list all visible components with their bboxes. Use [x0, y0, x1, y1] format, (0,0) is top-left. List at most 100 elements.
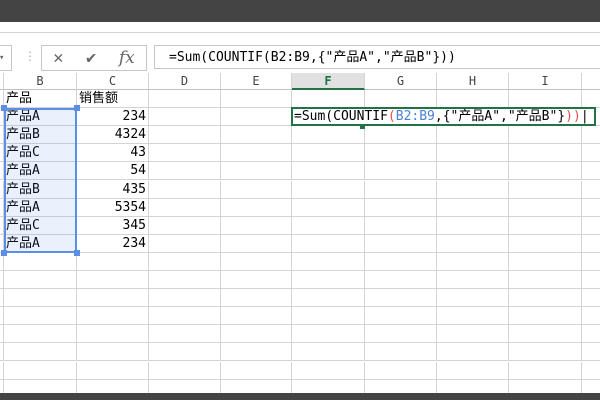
cell[interactable]	[582, 362, 600, 380]
product-cell[interactable]: 产品B	[4, 126, 77, 145]
cell[interactable]	[365, 90, 437, 108]
cell[interactable]	[4, 325, 77, 344]
cell[interactable]	[582, 162, 600, 181]
cell[interactable]	[4, 289, 77, 308]
cell[interactable]	[437, 325, 509, 344]
cell[interactable]	[365, 144, 437, 163]
cell[interactable]	[149, 361, 221, 380]
selection-handle[interactable]	[74, 105, 80, 111]
cell[interactable]	[509, 361, 582, 380]
column-header-h[interactable]: H	[437, 73, 509, 90]
selection-handle[interactable]	[1, 105, 7, 111]
cell[interactable]	[509, 289, 582, 308]
cell[interactable]	[365, 289, 437, 308]
cell[interactable]	[292, 162, 365, 181]
cell[interactable]	[149, 307, 221, 326]
product-cell[interactable]: 产品C	[4, 216, 77, 235]
cell[interactable]	[4, 252, 77, 271]
cell[interactable]	[77, 343, 149, 362]
cell[interactable]	[4, 307, 77, 326]
cell[interactable]	[582, 181, 600, 199]
cell[interactable]	[149, 234, 221, 253]
cell[interactable]	[365, 307, 437, 326]
sales-cell[interactable]: 234	[77, 108, 149, 127]
cell[interactable]	[509, 252, 582, 271]
cell[interactable]	[509, 126, 582, 145]
cell[interactable]	[437, 307, 509, 326]
cell[interactable]	[292, 307, 365, 326]
column-header-c[interactable]: C	[77, 73, 149, 90]
selection-handle[interactable]	[74, 250, 80, 256]
cell[interactable]	[365, 325, 437, 344]
cell[interactable]	[509, 325, 582, 344]
active-cell-f2[interactable]: =Sum(COUNTIF(B2:B9,{"产品A","产品B"}))|	[291, 107, 596, 126]
cell[interactable]	[4, 343, 77, 362]
cell[interactable]	[292, 289, 365, 308]
cell[interactable]	[221, 90, 292, 108]
cell[interactable]	[582, 144, 600, 163]
product-cell[interactable]: 产品A	[4, 108, 77, 127]
cell[interactable]	[221, 289, 292, 308]
cell[interactable]	[221, 361, 292, 380]
sales-cell[interactable]: 销售额	[77, 90, 149, 108]
cell[interactable]	[292, 252, 365, 271]
cell[interactable]	[221, 252, 292, 271]
cell[interactable]	[509, 162, 582, 181]
product-cell[interactable]: 产品	[4, 90, 77, 108]
cell[interactable]	[221, 343, 292, 362]
cell[interactable]	[437, 162, 509, 181]
column-header-j[interactable]	[582, 73, 600, 90]
cell[interactable]	[437, 252, 509, 271]
product-cell[interactable]: 产品B	[4, 180, 77, 199]
cell[interactable]	[509, 307, 582, 326]
cell[interactable]	[365, 234, 437, 253]
cell[interactable]	[582, 199, 600, 217]
cell[interactable]	[292, 126, 365, 145]
sales-cell[interactable]: 4324	[77, 126, 149, 145]
cell[interactable]	[582, 325, 600, 344]
cell[interactable]	[221, 271, 292, 289]
cell[interactable]	[437, 216, 509, 235]
column-header-d[interactable]: D	[149, 73, 221, 90]
cell[interactable]	[149, 126, 221, 145]
cell[interactable]	[509, 343, 582, 362]
cell[interactable]	[221, 198, 292, 217]
cell[interactable]	[365, 271, 437, 289]
cell[interactable]	[77, 307, 149, 326]
cell[interactable]	[509, 234, 582, 253]
selection-handle[interactable]	[1, 250, 7, 256]
column-header-g[interactable]: G	[365, 73, 437, 90]
sales-cell[interactable]: 234	[77, 234, 149, 253]
cell[interactable]	[149, 252, 221, 271]
cell[interactable]	[365, 361, 437, 380]
cell[interactable]	[509, 90, 582, 108]
formula-input[interactable]: =Sum(COUNTIF(B2:B9,{"产品A","产品B"}))	[154, 45, 600, 69]
cell[interactable]	[292, 361, 365, 380]
cell[interactable]	[437, 126, 509, 145]
sales-cell[interactable]: 5354	[77, 198, 149, 217]
cell[interactable]	[365, 162, 437, 181]
cell[interactable]	[582, 253, 600, 271]
cell[interactable]	[292, 216, 365, 235]
cell[interactable]	[437, 144, 509, 163]
product-cell[interactable]: 产品A	[4, 162, 77, 181]
cell[interactable]	[437, 343, 509, 362]
cell[interactable]	[221, 325, 292, 344]
cell[interactable]	[221, 144, 292, 163]
cell[interactable]	[149, 216, 221, 235]
cell[interactable]	[149, 180, 221, 199]
cell[interactable]	[437, 90, 509, 108]
cell[interactable]	[77, 289, 149, 308]
cell[interactable]	[582, 126, 600, 145]
cell[interactable]	[292, 343, 365, 362]
enter-icon[interactable]: ✔	[86, 48, 96, 68]
cell[interactable]	[582, 289, 600, 308]
cell[interactable]	[221, 234, 292, 253]
cell[interactable]	[365, 126, 437, 145]
cell[interactable]	[221, 108, 292, 127]
cell[interactable]	[292, 198, 365, 217]
sales-cell[interactable]: 43	[77, 144, 149, 163]
cell[interactable]	[582, 90, 600, 108]
cell[interactable]	[149, 198, 221, 217]
cell[interactable]	[365, 216, 437, 235]
